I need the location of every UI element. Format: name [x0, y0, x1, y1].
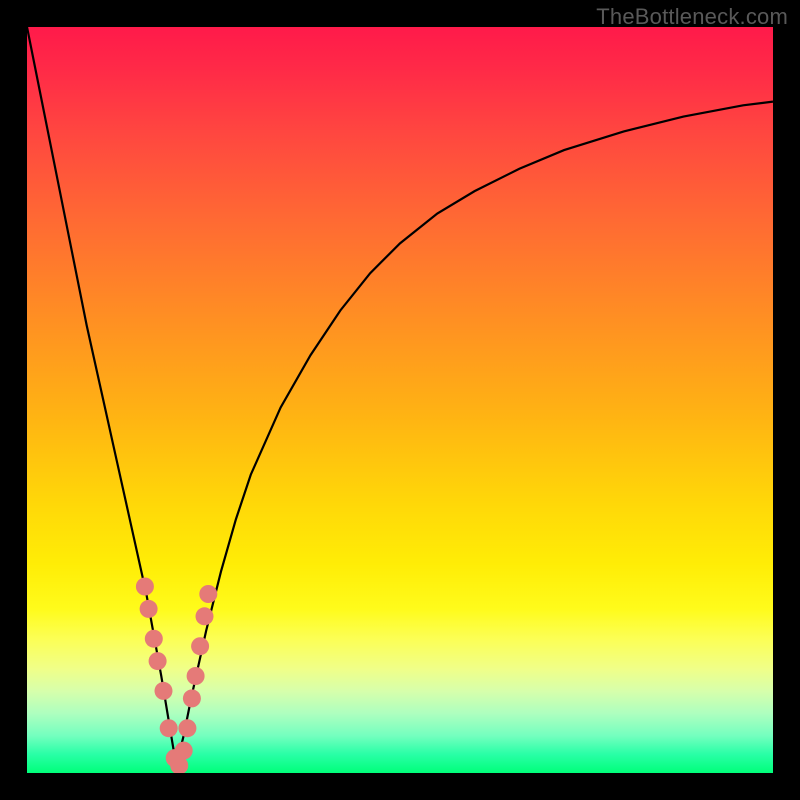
- data-dot: [183, 689, 201, 707]
- data-dot: [187, 667, 205, 685]
- data-dot: [191, 637, 209, 655]
- data-dot: [160, 719, 178, 737]
- data-dot: [136, 578, 154, 596]
- plot-area: [27, 27, 773, 773]
- data-dot: [155, 682, 173, 700]
- data-dot: [196, 607, 214, 625]
- data-dot: [140, 600, 158, 618]
- plot-svg: [27, 27, 773, 773]
- data-dot: [175, 742, 193, 760]
- data-dot: [145, 630, 163, 648]
- highlighted-points: [136, 578, 217, 774]
- chart-frame: TheBottleneck.com: [0, 0, 800, 800]
- data-dot: [178, 719, 196, 737]
- data-dot: [149, 652, 167, 670]
- watermark-text: TheBottleneck.com: [596, 4, 788, 30]
- data-dot: [199, 585, 217, 603]
- bottleneck-curve: [27, 27, 773, 766]
